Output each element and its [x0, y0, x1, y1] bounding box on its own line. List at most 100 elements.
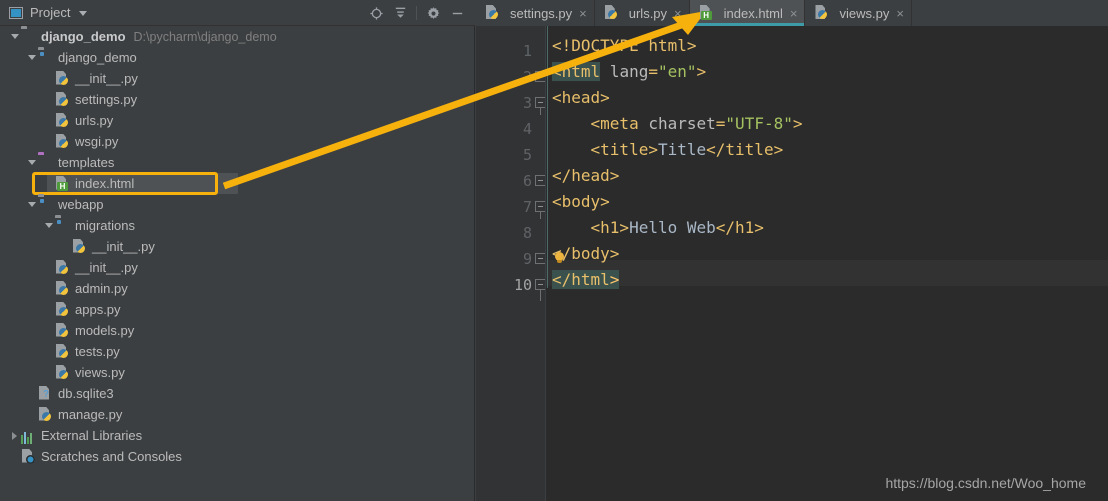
editor-tab[interactable]: index.html × [689, 0, 806, 26]
editor-tab-label: views.py [839, 5, 890, 21]
code-line: <title>Title</title> [590, 140, 784, 159]
editor-tab[interactable]: settings.py × [476, 0, 595, 26]
pycharm-window: Project django_demo D:\pycharm\django_de… [0, 0, 1108, 501]
tree-row[interactable]: db.sqlite3 [0, 383, 475, 404]
tree-row[interactable]: urls.py [0, 110, 475, 131]
tree-row[interactable]: index.html [0, 173, 475, 194]
tree-row[interactable]: wsgi.py [0, 131, 475, 152]
chevron-down-icon[interactable] [8, 26, 21, 47]
tree-row[interactable]: apps.py [0, 299, 475, 320]
close-icon[interactable]: × [579, 7, 587, 20]
python-file-icon [55, 302, 71, 318]
editor-tab-bar[interactable]: settings.py × urls.py × index.html × views.py × [476, 0, 1108, 26]
current-line-highlight [546, 260, 1108, 286]
minimize-icon[interactable] [445, 3, 469, 23]
tree-row[interactable]: django_demo D:\pycharm\django_demo [0, 26, 475, 47]
code-line: <html lang="en"> [552, 62, 707, 81]
python-file-icon [55, 260, 71, 276]
editor-tab[interactable]: views.py × [805, 0, 912, 26]
chevron-down-icon[interactable] [79, 10, 88, 16]
tree-row[interactable]: admin.py [0, 278, 475, 299]
tree-item-label: External Libraries [41, 428, 143, 443]
python-file-icon [814, 5, 830, 21]
tree-row[interactable]: Scratches and Consoles [0, 446, 475, 467]
project-window-icon [9, 7, 23, 19]
collapse-all-icon[interactable] [388, 3, 412, 23]
editor-gutter[interactable]: 1 2 3 4 5 6 7 8 9 10 [476, 26, 546, 501]
close-icon[interactable]: × [896, 7, 904, 20]
python-file-icon [55, 134, 71, 150]
code-line: <body> [552, 192, 610, 211]
tree-row[interactable]: models.py [0, 320, 475, 341]
code-line: </html> [552, 270, 620, 289]
chevron-down-icon[interactable] [25, 47, 38, 68]
tree-item-label: Scratches and Consoles [41, 449, 182, 464]
close-icon[interactable]: × [790, 7, 798, 20]
line-number: 3 [522, 94, 532, 112]
python-file-icon [55, 113, 71, 129]
chevron-down-icon[interactable] [25, 152, 38, 173]
tree-item-label: index.html [75, 176, 135, 191]
tree-row[interactable]: __init__.py [0, 236, 475, 257]
tree-row[interactable]: templates [0, 152, 475, 173]
module-folder-icon [38, 197, 54, 213]
line-number: 5 [522, 146, 532, 164]
project-panel-header: Project [0, 0, 475, 26]
close-icon[interactable]: × [674, 7, 682, 20]
fold-connector-line [540, 289, 541, 301]
tree-row[interactable]: External Libraries [0, 425, 475, 446]
tree-row[interactable]: migrations [0, 215, 475, 236]
python-file-icon [72, 239, 88, 255]
code-line: </head> [552, 166, 620, 185]
chevron-down-icon[interactable] [42, 215, 55, 236]
project-file-tree[interactable]: django_demo D:\pycharm\django_demo django_… [0, 26, 475, 501]
tree-row[interactable]: __init__.py [0, 68, 475, 89]
intention-bulb-icon[interactable] [554, 252, 565, 264]
html-file-icon [699, 5, 715, 21]
tree-row[interactable]: views.py [0, 362, 475, 383]
tree-row[interactable]: __init__.py [0, 257, 475, 278]
tree-item-label: manage.py [58, 407, 123, 422]
tab-bar-filler [911, 0, 1108, 26]
tree-row[interactable]: manage.py [0, 404, 475, 425]
project-title-group[interactable]: Project [9, 4, 88, 22]
line-number: 1 [522, 42, 532, 60]
line-number: 4 [522, 120, 532, 138]
tree-row[interactable]: tests.py [0, 341, 475, 362]
chevron-down-icon[interactable] [25, 194, 38, 215]
tree-item-path: D:\pycharm\django_demo [133, 29, 277, 44]
tree-row[interactable]: django_demo [0, 47, 475, 68]
tree-item-label: admin.py [75, 281, 128, 296]
tree-item-label: db.sqlite3 [58, 386, 114, 401]
tree-row[interactable]: webapp [0, 194, 475, 215]
toolbar-separator [416, 6, 417, 20]
project-tool-window: Project django_demo D:\pycharm\django_de… [0, 0, 475, 501]
tree-item-label: __init__.py [92, 239, 155, 254]
tree-row[interactable]: settings.py [0, 89, 475, 110]
line-number: 10 [513, 276, 532, 294]
python-file-icon [55, 281, 71, 297]
locate-file-icon[interactable] [364, 3, 388, 23]
watermark-url: https://blog.csdn.net/Woo_home [885, 475, 1086, 491]
editor-tab-label: index.html [723, 5, 783, 21]
editor-area: settings.py × urls.py × index.html × views.py ×… [476, 0, 1108, 501]
tree-item-label: django_demo [58, 50, 137, 65]
code-line: <h1>Hello Web</h1> [590, 218, 764, 237]
module-folder-icon [55, 218, 71, 234]
editor-tab[interactable]: urls.py × [595, 0, 690, 26]
tree-item-label: models.py [75, 323, 135, 338]
code-pane[interactable]: <!DOCTYPE html> <html lang="en"> <head> <m… [546, 26, 1108, 501]
chevron-right-icon[interactable] [8, 425, 21, 446]
gear-icon[interactable] [421, 3, 445, 23]
tree-item-label: wsgi.py [75, 134, 119, 149]
